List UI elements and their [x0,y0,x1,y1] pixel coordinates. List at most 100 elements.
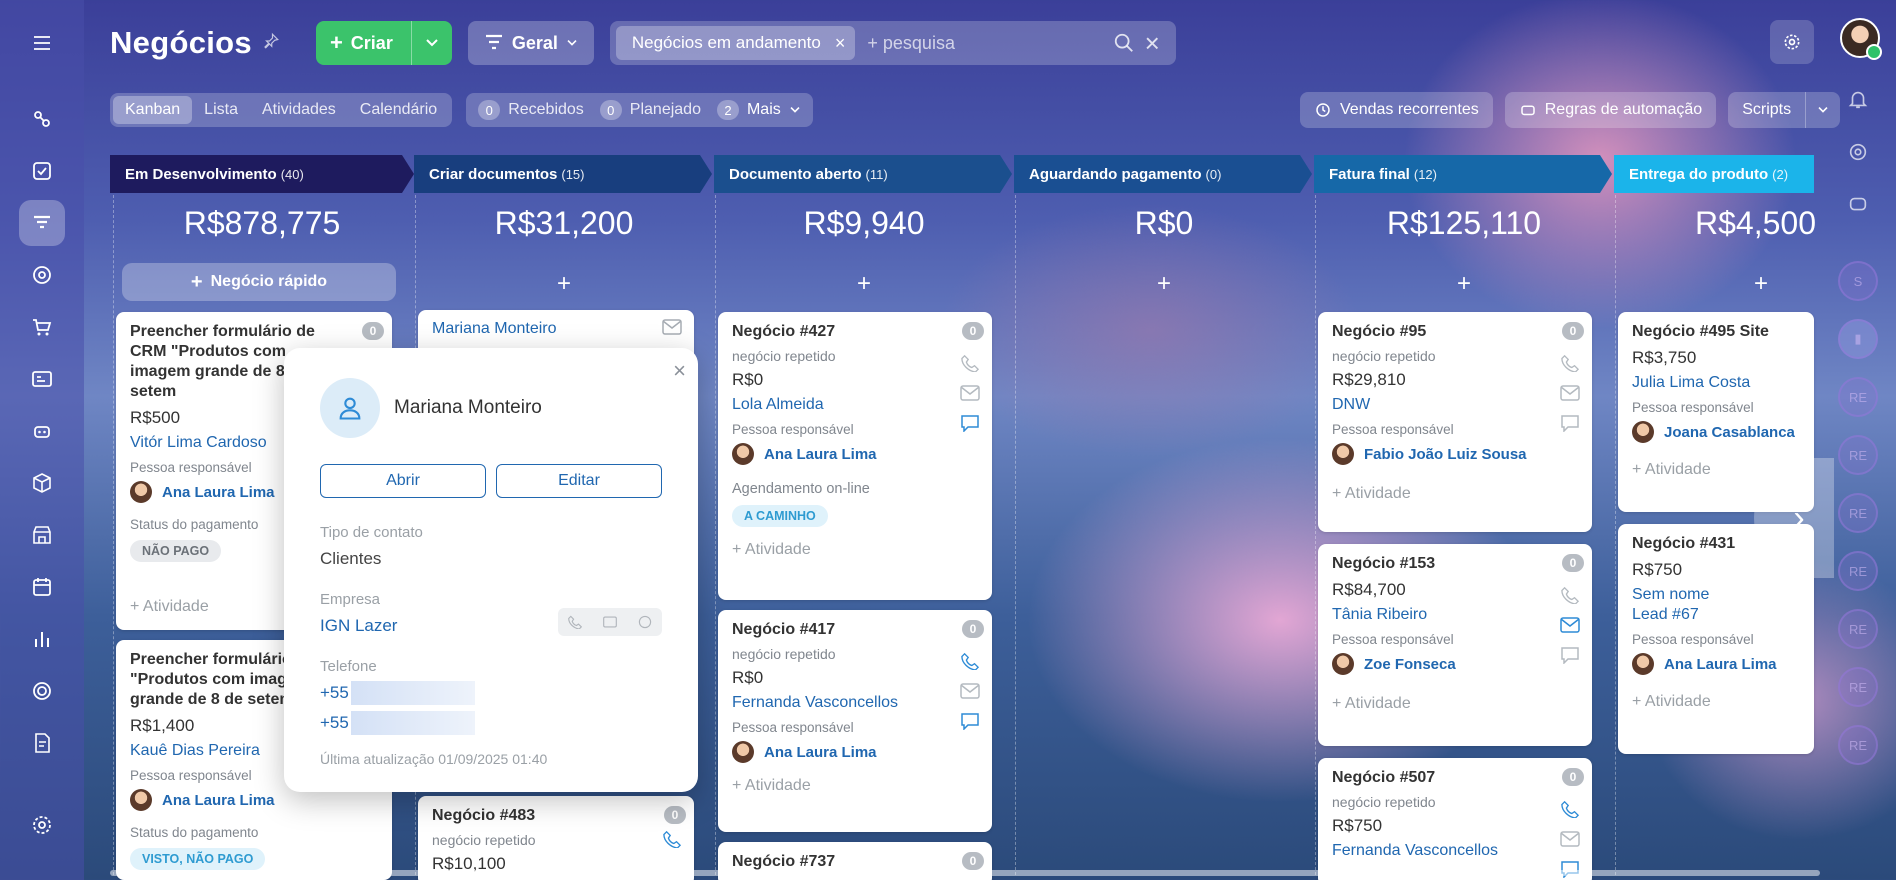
phone-number[interactable]: +55 [320,711,662,735]
phone-icon[interactable] [568,615,583,629]
close-icon[interactable]: × [673,358,686,384]
responsible-person[interactable]: Ana Laura Lima [130,789,378,811]
column-header-criar-documentos[interactable]: Criar documentos (15) [414,155,712,193]
deal-title[interactable]: Negócio #153 [1332,554,1578,574]
page-settings-button[interactable] [1770,20,1814,64]
tab-lista[interactable]: Lista [192,96,250,124]
phone-icon[interactable] [960,354,980,372]
contact-link[interactable]: Fernanda Vasconcellos [732,694,978,712]
filter-chip[interactable]: Negócios em andamento × [615,26,856,60]
circle-settings-icon[interactable] [19,668,65,714]
rail-avatar[interactable]: RE [1838,609,1878,649]
open-button[interactable]: Abrir [320,464,486,498]
phone-icon[interactable] [662,830,682,848]
rail-avatar[interactable]: RE [1838,667,1878,707]
contact-link[interactable]: Mariana Monteiro [432,320,680,338]
target-icon[interactable] [1847,141,1869,168]
rail-avatar[interactable]: RE [1838,435,1878,475]
tab-calendario[interactable]: Calendário [348,96,449,124]
recurring-sales-button[interactable]: Vendas recorrentes [1300,92,1493,128]
add-activity-link[interactable]: + Atividade [1332,485,1578,503]
mail-icon[interactable] [960,682,980,700]
add-activity-link[interactable]: + Atividade [732,541,978,559]
filter-search-box[interactable]: Negócios em andamento × + pesquisa × [609,21,1176,65]
tab-atividades[interactable]: Atividades [250,96,348,124]
menu-icon[interactable] [19,20,65,66]
document-icon[interactable] [19,720,65,766]
deal-title[interactable]: Negócio #417 [732,620,978,640]
cart-icon[interactable] [19,304,65,350]
deal-title[interactable]: Negócio #737 [732,852,978,872]
chat-icon[interactable] [1847,194,1869,221]
deals-funnel-icon[interactable] [19,200,65,246]
bookmark-icon[interactable]: ▮ [1838,319,1878,359]
chat-icon[interactable] [1560,414,1580,432]
mail-icon[interactable] [1560,616,1580,634]
chat-icon[interactable] [960,414,980,432]
add-deal-button[interactable]: + [416,270,712,298]
chip-close-icon[interactable]: × [835,33,846,54]
bell-icon[interactable] [1847,88,1869,115]
add-deal-button[interactable]: + [1316,270,1612,298]
box-icon[interactable] [19,460,65,506]
contact-link[interactable]: Tânia Ribeiro [1332,606,1578,624]
chat-icon[interactable] [638,615,652,629]
add-activity-link[interactable]: + Atividade [732,777,978,795]
contact-link[interactable]: Sem nome [1632,586,1800,604]
add-activity-link[interactable]: + Atividade [1632,693,1800,711]
responsible-person[interactable]: Ana Laura Lima [732,443,978,465]
contact-link[interactable]: Lola Almeida [732,396,978,414]
add-activity-link[interactable]: + Atividade [1332,695,1578,713]
phone-icon[interactable] [1560,354,1580,372]
pipeline-select-button[interactable]: Geral [467,21,594,65]
deal-card[interactable]: Negócio #483 0 negócio repetido R$10,100 [418,796,694,880]
search-input[interactable]: + pesquisa [867,33,1112,54]
chat-icon[interactable] [1560,646,1580,664]
counter-received[interactable]: 0 Recebidos [478,100,584,120]
deal-title[interactable]: Negócio #427 [732,322,978,342]
store-icon[interactable] [19,512,65,558]
counter-planned[interactable]: 0 Planejado [599,100,701,120]
column-header-em-desenvolvimento[interactable]: Em Desenvolvimento (40) [110,155,414,193]
analytics-icon[interactable] [19,616,65,662]
column-header-aguardando-pagamento[interactable]: Aguardando pagamento (0) [1014,155,1312,193]
quick-deal-button[interactable]: + Negócio rápido [122,263,396,301]
deal-card[interactable]: Negócio #417 0 negócio repetido R$0 Fern… [718,610,992,832]
contact-card-icon[interactable] [19,356,65,402]
clear-search-icon[interactable]: × [1145,28,1160,59]
target-icon[interactable] [19,252,65,298]
add-deal-button[interactable]: + [716,270,1012,298]
responsible-person[interactable]: Joana Casablanca [1632,421,1800,443]
deal-title[interactable]: Negócio #95 [1332,322,1578,342]
rail-avatar[interactable]: RE [1838,377,1878,417]
column-header-fatura-final[interactable]: Fatura final (12) [1314,155,1612,193]
crm-icon[interactable] [19,96,65,142]
gear-icon[interactable] [19,802,65,848]
phone-icon[interactable] [1560,586,1580,604]
add-deal-button[interactable]: + [1016,270,1312,298]
responsible-person[interactable]: Zoe Fonseca [1332,653,1578,675]
create-button[interactable]: + Criar [315,21,452,65]
column-header-entrega-do-produto[interactable]: Entrega do produto (2) [1614,155,1814,193]
chevron-down-icon[interactable] [412,21,452,65]
counter-more[interactable]: 2 Mais [716,100,801,120]
mail-icon[interactable] [960,384,980,402]
deal-card[interactable]: Negócio #153 0 R$84,700 Tânia Ribeiro Pe… [1318,544,1592,746]
calendar-icon[interactable] [19,564,65,610]
contact-link[interactable]: DNW [1332,396,1578,414]
add-deal-button[interactable]: + [1616,270,1896,298]
tasks-icon[interactable] [19,148,65,194]
deal-title[interactable]: Negócio #495 Site [1632,322,1800,342]
tab-kanban[interactable]: Kanban [113,96,193,124]
mail-icon[interactable] [1560,384,1580,402]
column-header-documento-aberto[interactable]: Documento aberto (11) [714,155,1012,193]
phone-icon[interactable] [1560,800,1580,818]
rail-avatar[interactable]: RE [1838,551,1878,591]
phone-icon[interactable] [960,652,980,670]
responsible-person[interactable]: Fabio João Luiz Sousa [1332,443,1578,465]
mail-icon[interactable] [1560,830,1580,848]
mail-icon[interactable] [603,616,617,628]
deal-title[interactable]: Negócio #507 [1332,768,1578,788]
rail-avatar[interactable]: RE [1838,725,1878,765]
lead-link[interactable]: Lead #67 [1632,606,1800,624]
